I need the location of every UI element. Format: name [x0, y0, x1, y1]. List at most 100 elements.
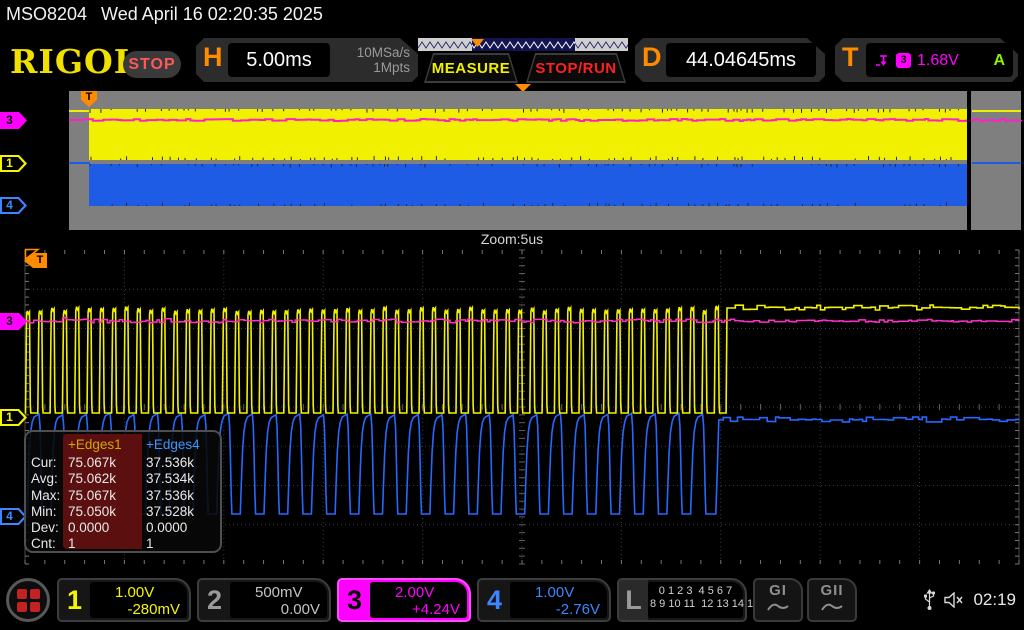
- titlebar: MSO8204 Wed April 16 02:20:35 2025: [6, 4, 323, 25]
- overview-ch4-tag[interactable]: 4: [0, 197, 27, 214]
- gen1-label: GI: [755, 582, 801, 600]
- main-ch4-tag[interactable]: 4: [0, 508, 27, 525]
- measure-value-edges4: 37.528k: [146, 504, 194, 520]
- d-label: D: [642, 42, 662, 73]
- channel4-offset: -2.76V: [515, 601, 600, 618]
- main-ch1-tag[interactable]: 1: [0, 409, 27, 426]
- trigger-left-arrow-icon: [24, 254, 33, 268]
- trigger-inset: 3 1.68V A: [866, 43, 1013, 77]
- measure-row-label: Cnt:: [31, 536, 56, 552]
- overview-ch3-tag[interactable]: 3: [0, 112, 27, 129]
- channel2-number: 2: [199, 580, 230, 620]
- stop-run-button[interactable]: STOP/RUN: [526, 53, 626, 83]
- trigger-box[interactable]: T 3 1.68V A: [835, 38, 1018, 82]
- t-label: T: [842, 42, 859, 73]
- h-label: H: [203, 42, 223, 73]
- measure-button-label: MEASURE: [426, 55, 516, 81]
- measure-row: Avg: 75.062k 37.534k: [26, 471, 220, 487]
- usb-icon: [923, 588, 936, 611]
- trigger-mode: A: [993, 53, 1005, 68]
- channel2-inset: 500mV 0.00V: [230, 582, 327, 618]
- sine-icon: [820, 601, 844, 613]
- measure-row: Min: 75.050k 37.528k: [26, 504, 220, 520]
- digital-row-8-15: 8 9 10 11 12 13 14 15: [650, 598, 741, 611]
- speaker-muted-icon: [944, 592, 965, 608]
- measure-value-edges1: 75.067k: [68, 488, 116, 504]
- channel1-status-box[interactable]: 1 1.00V -280mV: [57, 578, 191, 622]
- delay-value: 44.04645ms: [666, 43, 816, 77]
- measure-row-label: Cur:: [31, 455, 57, 471]
- channel2-scale: 500mV: [255, 585, 303, 601]
- sine-icon: [766, 601, 790, 613]
- zoom-scale-label: Zoom:5us: [0, 230, 1024, 248]
- memory-position-svg: [418, 38, 628, 51]
- trigger-level-value: 1.68V: [917, 53, 959, 68]
- overview-ch1-tag[interactable]: 1: [0, 155, 27, 172]
- measurement-rows: Cur:75.067k37.536kAvg:75.062k37.534kMax:…: [26, 455, 220, 553]
- measure-value-edges4: 1: [146, 536, 154, 552]
- digital-label: L: [619, 580, 648, 620]
- measure-value-edges1: 75.050k: [68, 504, 116, 520]
- main-trigger-badge[interactable]: T: [24, 253, 47, 268]
- channel3-inset: 2.00V +4.24V: [370, 582, 467, 618]
- channel4-status-box[interactable]: 4 1.00V -2.76V: [477, 578, 611, 622]
- channel3-offset: +4.24V: [375, 601, 460, 618]
- measure-value-edges1: 75.067k: [68, 455, 116, 471]
- measurement-panel[interactable]: +Edges1 +Edges4 Cur: 75.067k 37.536k Avg: 75…: [24, 430, 222, 553]
- clock: 02:19: [973, 590, 1016, 610]
- measure-row: Cnt: 1 1: [26, 536, 220, 552]
- measure-button[interactable]: MEASURE: [424, 53, 518, 83]
- measure-value-edges4: 0.0000: [146, 520, 187, 536]
- measure-row: Cur: 75.067k 37.536k: [26, 455, 220, 471]
- measure-row: Max: 75.067k 37.536k: [26, 488, 220, 504]
- measure-row-label: Avg:: [31, 471, 58, 487]
- oscilloscope-screen: MSO8204Wed April 16 02:20:35 2025 RIGOL …: [0, 0, 1024, 630]
- measurement-header-edges4: +Edges4: [146, 437, 220, 453]
- channel3-scale: 2.00V: [395, 585, 434, 601]
- measure-row-label: Min:: [31, 504, 57, 520]
- horizontal-settings-box[interactable]: H 5.00ms 10MSa/s 1Mpts: [196, 38, 418, 82]
- sample-rate: 10MSa/s: [330, 45, 410, 60]
- channel1-inset: 1.00V -280mV: [90, 582, 187, 618]
- datetime: Wed April 16 02:20:35 2025: [101, 4, 323, 24]
- menu-button[interactable]: [6, 578, 50, 622]
- measure-row-label: Dev:: [31, 520, 59, 536]
- channel1-number: 1: [59, 580, 90, 620]
- acquisition-info: 10MSa/s 1Mpts: [330, 45, 410, 75]
- channel1-offset: -280mV: [95, 601, 180, 618]
- status-icons: 02:19: [923, 588, 1016, 611]
- memory-depth: 1Mpts: [330, 60, 410, 75]
- stop-run-button-label: STOP/RUN: [528, 55, 624, 81]
- overview-background: [69, 91, 1021, 230]
- menu-grid-icon: [17, 589, 40, 612]
- channel1-scale: 1.00V: [115, 585, 154, 601]
- measure-value-edges4: 37.534k: [146, 471, 194, 487]
- timebase-value: 5.00ms: [228, 43, 330, 77]
- channel3-number: 3: [339, 580, 370, 620]
- model-name: MSO8204: [6, 4, 87, 24]
- measure-value-edges1: 1: [68, 536, 76, 552]
- falling-edge-icon: [874, 53, 890, 68]
- digital-row-0-7: 0 1 2 3 4 5 6 7: [650, 585, 741, 598]
- trigger-source-badge: 3: [896, 53, 911, 68]
- channel4-inset: 1.00V -2.76V: [510, 582, 607, 618]
- channel2-status-box[interactable]: 2 500mV 0.00V: [197, 578, 331, 622]
- channel4-number: 4: [479, 580, 510, 620]
- measure-value-edges4: 37.536k: [146, 455, 194, 471]
- measure-value-edges1: 75.062k: [68, 471, 116, 487]
- measurement-header-edges1: +Edges1: [68, 437, 142, 453]
- measure-row-label: Max:: [31, 488, 60, 504]
- digital-channels-box[interactable]: L 0 1 2 3 4 5 6 7 8 9 10 11 12 13 14 15: [617, 578, 747, 622]
- main-ch3-tag[interactable]: 3: [0, 313, 27, 330]
- gen2-box[interactable]: GII: [807, 578, 857, 622]
- measure-value-edges4: 37.536k: [146, 488, 194, 504]
- run-state-badge[interactable]: STOP: [123, 51, 181, 78]
- delay-box[interactable]: D 44.04645ms: [635, 38, 825, 82]
- rigol-logo: RIGOL: [10, 42, 138, 81]
- channel2-offset: 0.00V: [235, 601, 320, 618]
- gen1-box[interactable]: GI: [753, 578, 803, 622]
- channel3-status-box[interactable]: 3 2.00V +4.24V: [337, 578, 471, 622]
- gen2-label: GII: [809, 582, 855, 600]
- channel4-scale: 1.00V: [535, 585, 574, 601]
- measure-row: Dev:0.00000.0000: [26, 520, 220, 536]
